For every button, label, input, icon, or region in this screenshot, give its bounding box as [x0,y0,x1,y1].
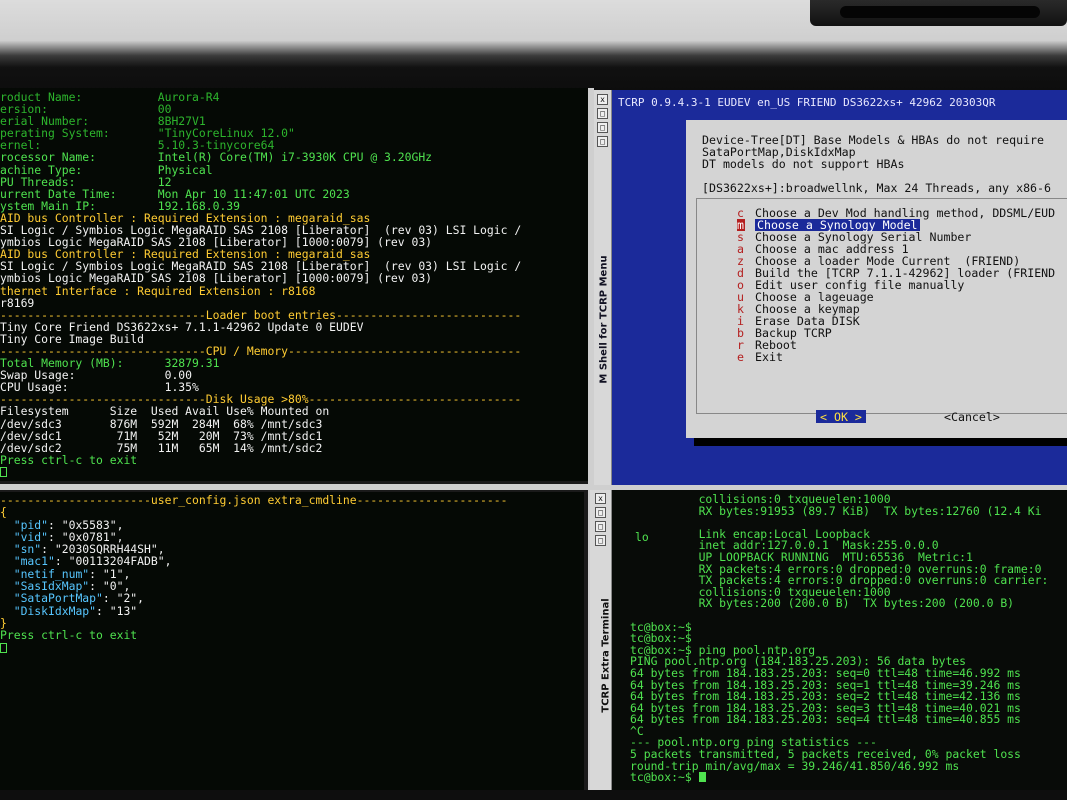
terminal-line: achine Type: Physical [0,162,213,177]
terminal-line: /dev/sdc1 71M 52M 20M 73% /mnt/sdc1 [0,428,323,443]
terminal-line: /dev/sdc2 75M 11M 65M 14% /mnt/sdc2 [0,440,323,455]
tcrp-menu-window[interactable]: x □ □ □ M Shell for TCRP Menu TCRP 0.9.4… [594,90,1067,485]
window-title: M Shell for TCRP Menu [598,255,610,384]
terminal-line: r8169 [0,295,35,310]
exit-hint: Press ctrl-c to exit [0,628,138,643]
restore-icon[interactable]: □ [597,122,608,133]
terminal-line: RX bytes:200 (200.0 B) TX bytes:200 (200… [630,596,1015,611]
prompt-line[interactable]: tc@box:~$ [630,770,1067,785]
terminal-line: rocessor Name: Intel(R) Core(TM) i7-3930… [0,150,433,165]
ok-button[interactable]: < OK > [816,410,866,424]
close-icon[interactable]: x [597,94,608,105]
minimize-icon[interactable]: □ [597,136,608,147]
terminal-line: Press ctrl-c to exit [0,452,138,467]
user-config-terminal[interactable]: ----------------------user_config.json e… [0,492,584,790]
terminal-line: ymbios Logic MegaRAID SAS 2108 [Liberato… [0,271,433,286]
shell-prompt: tc@box:~$ [630,770,699,785]
system-info-terminal[interactable]: roduct Name: Aurora-R4 ersion: 00 erial Nu… [0,88,588,481]
monitor-bezel-bottom [0,790,1067,800]
restore-icon[interactable]: □ [595,521,606,532]
terminal-cursor [698,772,706,783]
menu-list: c Choose a Dev Mod handling method, DDSML… [696,198,1067,414]
extra-terminal-window[interactable]: x □ □ □ TCRP Extra Terminal lo collision… [590,490,1067,800]
terminal-line: Filesystem Size Used Avail Use% Mounted … [0,404,330,419]
menu-item[interactable]: Exit [755,351,783,363]
menu-item-key: e [737,350,744,364]
close-icon[interactable]: x [595,493,606,504]
config-value: "13" [109,603,138,618]
maximize-icon[interactable]: □ [595,507,606,518]
config-header: ----------------------user_config.json e… [0,493,508,507]
terminal-line: PU Threads: 12 [0,174,172,189]
config-key: "DiskIdxMap" [13,603,97,618]
maximize-icon[interactable]: □ [597,108,608,119]
menu-header: TCRP 0.9.4.3-1 EUDEV en_US FRIEND DS3622… [618,96,996,109]
dialog-shadow [694,438,1067,446]
extra-terminal-titlebar[interactable]: x □ □ □ TCRP Extra Terminal [590,490,612,800]
terminal-line: tc@box:~$ [630,619,692,634]
menu-dialog: Device-Tree[DT] Base Models & HBAs do no… [686,120,1067,438]
model-line: [DS3622xs+]:broadwellnk, Max 24 Threads,… [702,181,1052,195]
minimize-icon[interactable]: □ [595,535,606,546]
terminal-output: collisions:0 txqueuelen:1000 RX bytes:91… [630,493,1067,800]
cancel-button[interactable]: <Cancel> [944,410,1000,424]
webcam [810,0,1067,26]
terminal-cursor [0,466,7,477]
terminal-line: thernet Interface : Required Extension :… [0,283,316,298]
terminal-line: 64 bytes from 184.183.25.203: seq=4 ttl=… [630,712,1021,727]
window-title: TCRP Extra Terminal [600,598,612,713]
terminal-line: RX bytes:91953 (89.7 KiB) TX bytes:12760… [630,503,1042,518]
info-line: DT models do not support HBAs [702,157,905,171]
webcam-lens [840,6,1040,18]
terminal-cursor [0,642,7,653]
terminal-line: /dev/sdc3 876M 592M 284M 68% /mnt/sdc3 [0,416,323,431]
config-entries: "pid": "0x5583", "vid": "0x0781", "sn": … [0,518,584,618]
tcrp-menu-titlebar[interactable]: x □ □ □ M Shell for TCRP Menu [594,90,612,485]
config-entry: "DiskIdxMap": "13" [13,603,138,618]
terminal-line: ------------------------------Loader boo… [0,307,522,322]
